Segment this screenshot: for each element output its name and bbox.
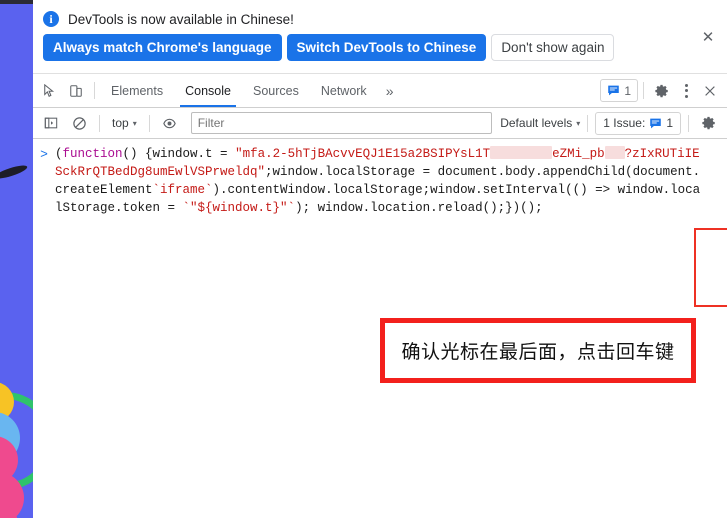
code-segment: "mfa.2-5hTjBAcvvEQJ1E15a2BSIPYsL1T — [235, 147, 491, 161]
decorative-swoosh — [0, 162, 29, 182]
toolbar-divider — [688, 114, 689, 132]
devtools-panel: i DevTools is now available in Chinese! … — [33, 0, 727, 519]
instruction-callout-text: 确认光标在最后面，点击回车键 — [401, 341, 675, 363]
console-prompt-row[interactable]: > (function() {window.t = "mfa.2-5hTjBAc… — [33, 139, 727, 217]
tab-elements[interactable]: Elements — [100, 75, 174, 107]
notification-message-row: i DevTools is now available in Chinese! — [33, 0, 727, 27]
console-sidebar-icon[interactable] — [38, 110, 64, 136]
devtools-tabbar: Elements Console Sources Network » 1 — [33, 74, 727, 108]
dont-show-again-button[interactable]: Don't show again — [491, 34, 615, 61]
highlight-box-right — [694, 228, 727, 307]
more-tabs-icon[interactable]: » — [378, 75, 402, 107]
toolbar-divider — [148, 114, 150, 132]
tab-sources[interactable]: Sources — [242, 75, 310, 107]
redacted-token-segment — [490, 146, 553, 159]
live-expression-icon[interactable] — [157, 110, 183, 136]
issues-counter-button[interactable]: 1 Issue: 1 — [595, 111, 681, 135]
instruction-callout: 确认光标在最后面，点击回车键 — [380, 318, 696, 383]
more-options-icon[interactable] — [675, 80, 697, 102]
toolbar-divider — [99, 114, 100, 132]
always-match-chrome-language-button[interactable]: Always match Chrome's language — [43, 34, 282, 61]
tab-console[interactable]: Console — [174, 75, 242, 107]
code-segment: () {window.t = — [122, 147, 236, 161]
code-segment: `iframe` — [152, 183, 213, 197]
console-code-input[interactable]: (function() {window.t = "mfa.2-5hTjBAcvv… — [55, 145, 727, 217]
issues-count: 1 — [624, 83, 631, 98]
log-levels-label: Default levels — [500, 116, 573, 130]
toolbar-divider — [587, 114, 589, 132]
chevron-down-icon: ▾ — [576, 118, 581, 128]
tab-network[interactable]: Network — [310, 75, 378, 107]
code-segment: ); window.location.reload();})(); — [295, 201, 543, 215]
issue-message-icon — [650, 118, 662, 128]
execution-context-value: top — [112, 116, 129, 130]
info-icon: i — [43, 11, 59, 27]
issues-label: 1 Issue: — [603, 116, 646, 130]
toolbar-divider — [94, 82, 95, 99]
issues-count: 1 — [666, 116, 673, 130]
clear-console-icon[interactable] — [66, 110, 92, 136]
code-segment: `"${window.t}"` — [182, 201, 296, 215]
close-devtools-icon[interactable] — [697, 78, 723, 104]
redacted-token-segment — [604, 146, 625, 159]
chevron-down-icon: ▾ — [132, 118, 137, 128]
close-notification-icon[interactable]: ✕ — [699, 29, 717, 47]
switch-devtools-to-chinese-button[interactable]: Switch DevTools to Chinese — [286, 34, 487, 61]
devtools-language-notification: i DevTools is now available in Chinese! … — [33, 0, 727, 74]
toolbar-divider — [643, 82, 644, 99]
inspect-cursor-icon[interactable] — [37, 78, 63, 104]
filter-input[interactable] — [190, 112, 493, 134]
issues-badge[interactable]: 1 — [600, 79, 638, 102]
browser-chrome-edge — [0, 0, 33, 4]
issue-message-icon — [608, 85, 620, 96]
notification-message: DevTools is now available in Chinese! — [68, 11, 294, 27]
gear-icon[interactable] — [696, 110, 722, 136]
code-segment: ( — [55, 147, 63, 161]
console-prompt-icon: > — [40, 147, 48, 162]
execution-context-selector[interactable]: top ▾ — [107, 116, 142, 130]
log-levels-selector[interactable]: Default levels ▾ — [500, 116, 580, 130]
background-page-strip — [0, 0, 33, 518]
code-segment: eZMi_pb — [552, 147, 605, 161]
device-toolbar-icon[interactable] — [63, 78, 89, 104]
console-toolbar: top ▾ Default levels ▾ 1 Issue: 1 — [33, 108, 727, 139]
notification-button-row: Always match Chrome's language Switch De… — [33, 27, 727, 61]
code-segment: function — [62, 147, 123, 161]
gear-icon[interactable] — [649, 78, 675, 104]
